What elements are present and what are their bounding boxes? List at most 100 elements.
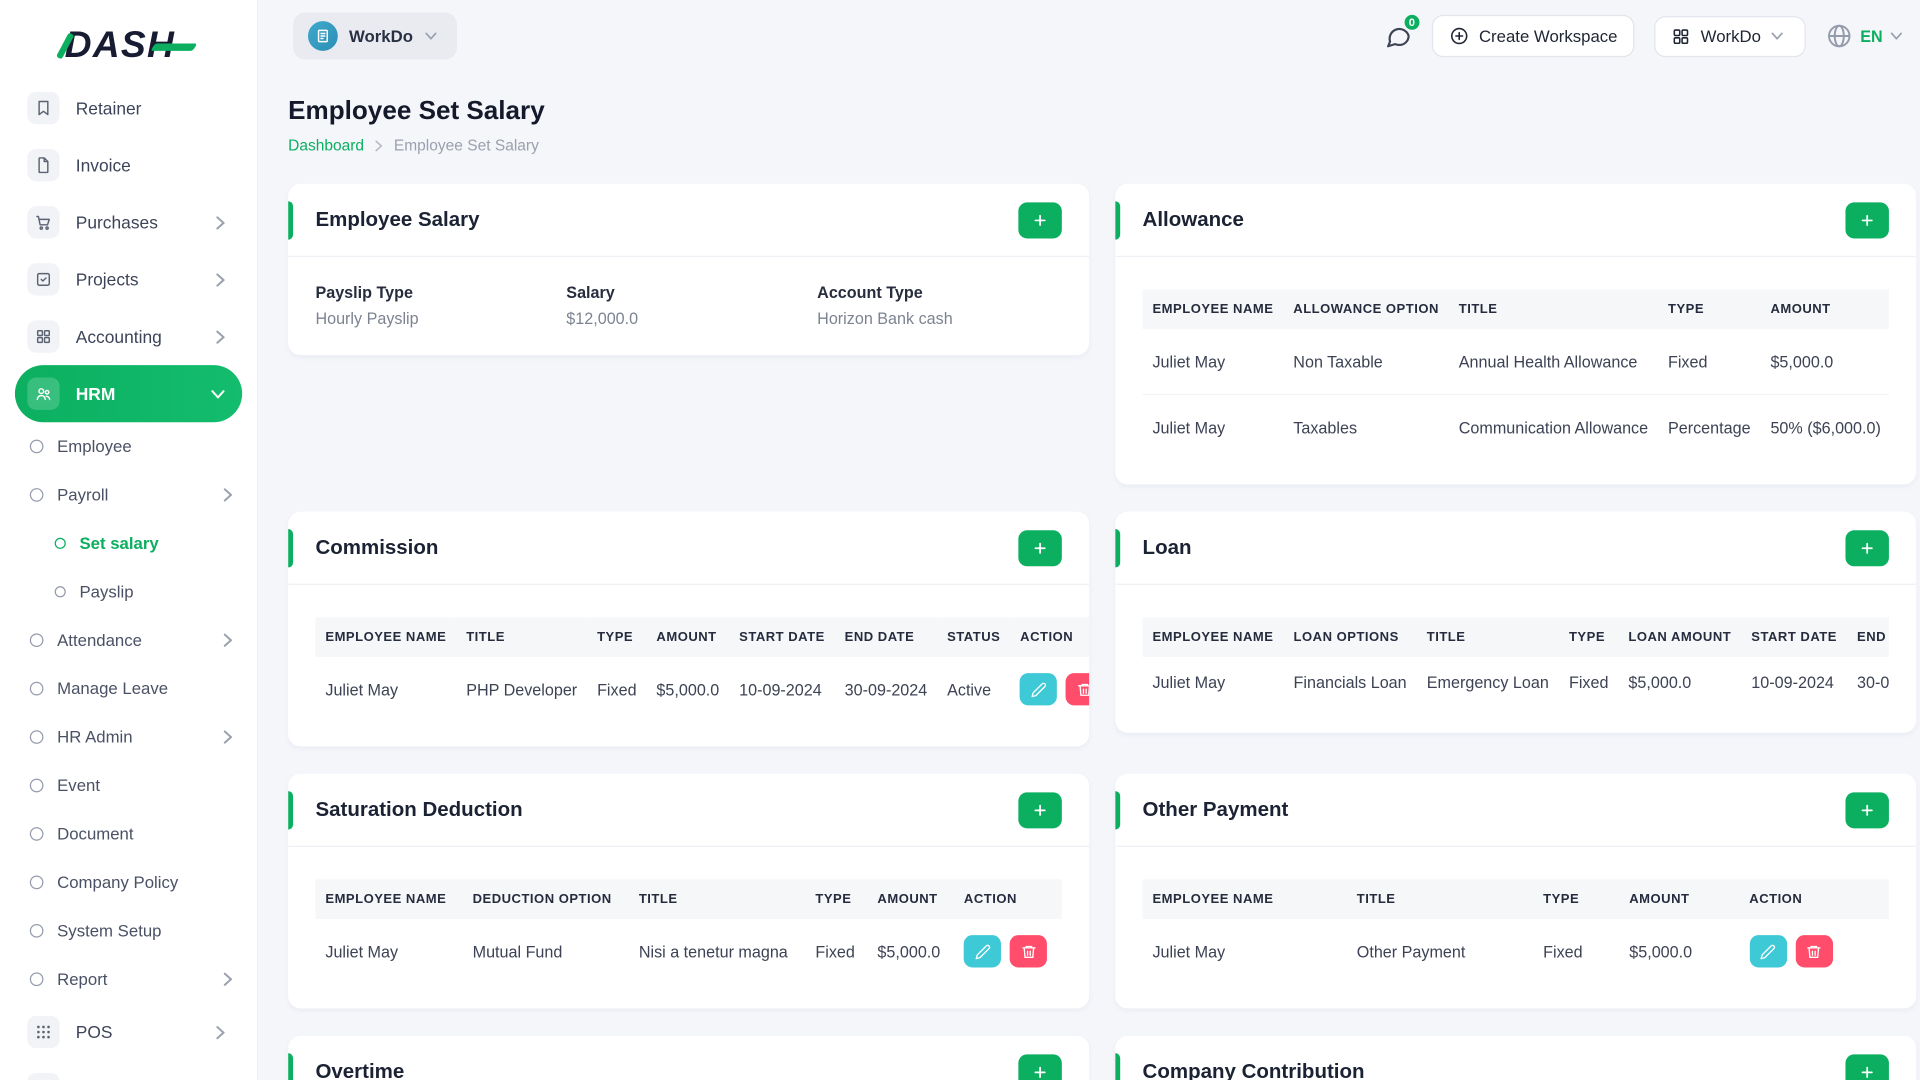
edit-button[interactable] — [1020, 673, 1058, 706]
sidebar-item-label: Company Policy — [57, 873, 179, 892]
cell-amount: $5,000.0 — [1628, 673, 1692, 692]
sidebar-item-accounting[interactable]: Accounting — [15, 308, 242, 365]
add-overtime-button[interactable] — [1018, 1053, 1062, 1080]
loan-table: Employee Name Loan Options Title Type Lo… — [1142, 617, 1889, 708]
sidebar-item-company-policy[interactable]: Company Policy — [15, 858, 242, 906]
breadcrumb-dashboard-link[interactable]: Dashboard — [288, 137, 364, 154]
add-loan-button[interactable] — [1845, 529, 1889, 566]
edit-button[interactable] — [1749, 935, 1787, 968]
chevron-down-icon — [211, 389, 225, 399]
delete-button[interactable] — [1009, 935, 1048, 968]
column-header: Type — [1559, 617, 1619, 657]
column-header: Type — [805, 879, 868, 920]
cell-employee: Juliet May — [325, 679, 399, 699]
page-content: Employee Set Salary Dashboard Employee S… — [258, 97, 1920, 1080]
page-title: Employee Set Salary — [288, 96, 545, 126]
saturation-deduction-card: Saturation Deduction Employee Name Deduc… — [288, 773, 1090, 1009]
sidebar-item-hr-admin[interactable]: HR Admin — [15, 713, 242, 761]
sidebar-item-pos[interactable]: POS — [15, 1003, 242, 1060]
language-selector[interactable]: EN — [1826, 22, 1908, 49]
sidebar-item-invoice[interactable]: Invoice — [15, 137, 242, 194]
column-header: Amount — [1619, 879, 1740, 920]
field-value: Horizon Bank cash — [817, 309, 953, 328]
field-label: Account Type — [817, 283, 923, 302]
cell-option: Taxables — [1293, 417, 1358, 437]
sidebar-item-crm[interactable]: CRM — [15, 1061, 242, 1080]
pencil-icon — [975, 944, 990, 959]
cell-employee: Juliet May — [1152, 941, 1226, 961]
field-value: $12,000.0 — [566, 309, 639, 328]
column-header: Action — [1739, 879, 1889, 920]
cell-type: Fixed — [1543, 941, 1583, 961]
sidebar-item-payroll[interactable]: Payroll — [15, 471, 242, 519]
chevron-right-icon — [216, 329, 225, 344]
add-company-contribution-button[interactable] — [1845, 1053, 1889, 1080]
column-header: Amount — [1760, 289, 1889, 330]
check-square-icon — [27, 263, 60, 296]
messages-button[interactable]: 0 — [1385, 12, 1422, 49]
table-row: Juliet May Financials Loan Emergency Loa… — [1143, 657, 1888, 708]
workspace-switcher[interactable]: WorkDo — [293, 12, 457, 60]
add-allowance-button[interactable] — [1845, 201, 1889, 238]
sidebar-item-label: Report — [57, 969, 108, 989]
sidebar-item-purchases[interactable]: Purchases — [15, 194, 242, 251]
delete-button[interactable] — [1795, 935, 1833, 968]
sidebar-item-document[interactable]: Document — [15, 810, 242, 858]
workspace-menu-button[interactable]: WorkDo — [1654, 15, 1806, 57]
card-title: Saturation Deduction — [315, 797, 523, 821]
column-header: Employee Name — [315, 617, 457, 657]
grid-small-icon — [1672, 27, 1691, 46]
main-area: WorkDo 0 Create Workspace WorkDo EN Empl… — [258, 0, 1920, 1080]
edit-button[interactable] — [963, 935, 1002, 968]
cell-title: Other Payment — [1356, 941, 1466, 961]
circle-icon — [29, 972, 44, 987]
sidebar-item-label: HRM — [75, 383, 116, 404]
add-salary-button[interactable] — [1018, 201, 1062, 238]
add-deduction-button[interactable] — [1018, 791, 1062, 828]
sidebar-item-system-setup[interactable]: System Setup — [15, 907, 242, 955]
sidebar-item-projects[interactable]: Projects — [15, 251, 242, 308]
sidebar-item-payslip[interactable]: Payslip — [15, 568, 242, 616]
cell-employee: Juliet May — [1152, 673, 1226, 692]
sidebar-item-label: Set salary — [79, 534, 159, 553]
column-header: Title — [1448, 289, 1659, 330]
cell-amount: $5,000.0 — [656, 679, 720, 699]
sidebar-item-set-salary[interactable]: Set salary — [15, 519, 242, 567]
circle-icon — [29, 439, 44, 454]
sidebar-item-label: System Setup — [57, 921, 162, 941]
column-header: Title — [1416, 617, 1560, 657]
sidebar-item-report[interactable]: Report — [15, 955, 242, 1003]
card-title: Allowance — [1142, 208, 1244, 231]
cell-employee: Juliet May — [325, 941, 399, 961]
circle-icon — [29, 778, 44, 793]
chevron-right-icon — [223, 972, 233, 986]
cell-status: Active — [947, 679, 992, 699]
cell-employee: Juliet May — [1152, 417, 1226, 437]
chevron-right-icon — [223, 730, 233, 744]
column-header: Title — [456, 617, 588, 657]
create-workspace-button[interactable]: Create Workspace — [1431, 14, 1635, 58]
sidebar-item-hrm[interactable]: HRM — [14, 365, 243, 423]
add-commission-button[interactable] — [1018, 529, 1062, 566]
overtime-card: Overtime — [288, 1035, 1090, 1080]
sidebar-item-manage-leave[interactable]: Manage Leave — [15, 664, 242, 712]
card-title: Loan — [1142, 535, 1192, 559]
sidebar-item-retainer[interactable]: Retainer — [15, 79, 242, 136]
sidebar-item-label: Attendance — [57, 630, 142, 650]
brand-logo[interactable]: DASH — [0, 17, 257, 74]
sidebar-item-event[interactable]: Event — [15, 761, 242, 809]
field-label: Salary — [566, 283, 615, 302]
circle-icon — [29, 730, 44, 744]
card-title: Employee Salary — [315, 208, 480, 231]
sidebar-item-label: Payroll — [57, 485, 109, 505]
sidebar-item-label: Accounting — [75, 326, 162, 347]
trash-icon — [1021, 945, 1036, 958]
globe-icon — [1826, 22, 1853, 49]
sidebar-item-attendance[interactable]: Attendance — [15, 616, 242, 664]
sidebar-item-employee[interactable]: Employee — [15, 422, 242, 470]
column-header: Type — [1658, 289, 1761, 330]
delete-button[interactable] — [1066, 673, 1090, 706]
cell-title: Annual Health Allowance — [1448, 329, 1659, 395]
add-other-payment-button[interactable] — [1845, 791, 1889, 828]
circle-icon — [29, 827, 44, 841]
